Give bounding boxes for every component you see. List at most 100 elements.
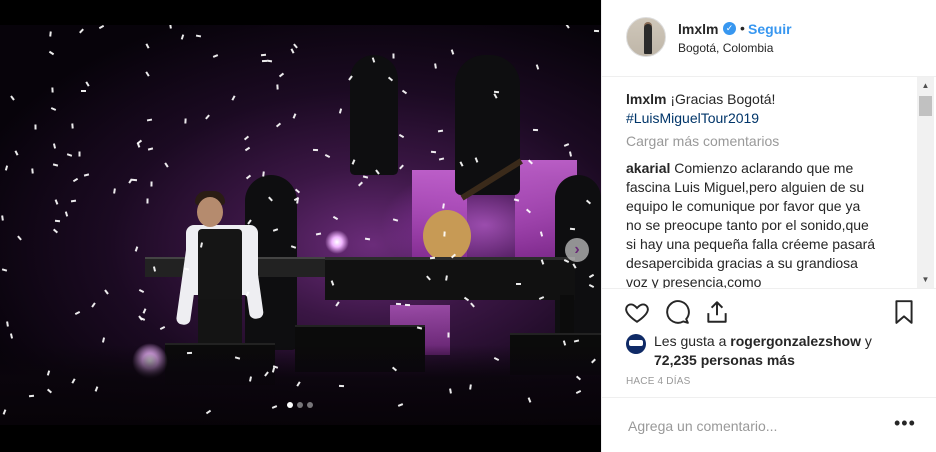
confetti-piece	[98, 25, 105, 30]
confetti-piece	[145, 43, 150, 49]
confetti-piece	[164, 162, 169, 168]
musician-silhouette	[350, 55, 398, 175]
liker-username[interactable]: rogergonzalezshow	[730, 333, 861, 349]
confetti-piece	[51, 87, 54, 93]
share-icon[interactable]	[704, 299, 730, 325]
liker-avatar-logo	[629, 340, 643, 346]
confetti-piece	[142, 308, 147, 314]
confetti-piece	[569, 227, 576, 231]
post-caption: lmxlm ¡Gracias Bogotá! #LuisMiguelTour20…	[626, 90, 916, 128]
confetti-piece	[4, 165, 9, 171]
confetti-piece	[292, 113, 297, 119]
confetti-piece	[145, 71, 150, 77]
confetti-piece	[146, 118, 153, 122]
confetti-piece	[450, 49, 455, 55]
confetti-piece	[338, 384, 345, 388]
crowd-silhouette	[0, 345, 601, 425]
confetti-piece	[358, 181, 363, 187]
confetti-piece	[72, 177, 79, 183]
confetti-piece	[324, 153, 331, 159]
confetti-piece	[180, 34, 185, 40]
confetti-piece	[91, 302, 96, 308]
hashtag-link[interactable]: #LuisMiguelTour2019	[626, 110, 759, 126]
bookmark-icon[interactable]	[891, 299, 917, 325]
comment-bubble-icon[interactable]	[664, 299, 690, 325]
confetti-piece	[10, 95, 15, 101]
post-header: lmxlm ✓ • Seguir Bogotá, Colombia	[602, 0, 936, 77]
confetti-piece	[1, 268, 8, 272]
confetti-piece	[515, 282, 522, 286]
carousel-dot	[287, 402, 293, 408]
confetti-piece	[535, 64, 540, 70]
confetti-piece	[184, 118, 187, 124]
confetti-piece	[438, 157, 445, 161]
confetti-piece	[17, 235, 22, 241]
confetti-piece	[131, 178, 138, 182]
comment-username[interactable]: akarial	[626, 160, 670, 176]
carousel-next-button[interactable]: ›	[565, 238, 589, 262]
confetti-piece	[398, 133, 405, 139]
scroll-up-arrow-icon[interactable]: ▲	[917, 77, 934, 94]
comments-scrollbar[interactable]: ▲ ▼	[917, 77, 934, 288]
confetti-piece	[70, 199, 77, 203]
confetti-piece	[404, 303, 411, 307]
confetti-piece	[563, 143, 570, 147]
confetti-piece	[49, 31, 52, 37]
post-actions-bar	[602, 288, 936, 336]
load-more-comments-button[interactable]: Cargar más comentarios	[626, 133, 779, 149]
comment-item: akarial Comienzo aclarando que me fascin…	[626, 159, 876, 288]
singer-vest	[198, 229, 242, 301]
confetti-piece	[296, 198, 299, 204]
caption-text: ¡Gracias Bogotá!	[670, 91, 776, 107]
verified-badge-icon: ✓	[723, 22, 736, 35]
carousel-dot	[307, 402, 313, 408]
heart-icon[interactable]	[624, 299, 650, 325]
confetti-piece	[335, 301, 340, 307]
confetti-piece	[276, 84, 279, 90]
carousel-indicator	[287, 402, 313, 408]
scroll-down-arrow-icon[interactable]: ▼	[917, 271, 934, 288]
likes-text: Les gusta a rogergonzalezshow y 72,235 p…	[654, 332, 914, 370]
confetti-piece	[231, 95, 236, 101]
confetti-piece	[362, 175, 369, 179]
caption-username[interactable]: lmxlm	[626, 91, 666, 107]
confetti-piece	[81, 90, 86, 92]
confetti-piece	[278, 72, 285, 78]
add-comment-bar: •••	[602, 397, 936, 452]
confetti-piece	[245, 174, 252, 180]
comment-text: Comienzo aclarando que me fascina Luis M…	[626, 160, 876, 288]
more-options-icon[interactable]: •••	[894, 413, 916, 434]
confetti-piece	[54, 199, 59, 205]
confetti-piece	[293, 43, 298, 49]
confetti-piece	[430, 150, 437, 154]
confetti-piece	[146, 198, 149, 204]
avatar-figure	[644, 24, 652, 54]
follow-button[interactable]: Seguir	[748, 21, 792, 37]
user-avatar[interactable]	[626, 17, 666, 57]
guitar-body	[423, 210, 471, 262]
likes-count-button[interactable]: 72,235 personas más	[654, 352, 795, 368]
confetti-piece	[66, 153, 73, 157]
confetti-piece	[186, 351, 193, 355]
confetti-piece	[64, 211, 69, 217]
confetti-piece	[401, 89, 408, 95]
confetti-piece	[315, 232, 322, 236]
confetti-piece	[565, 25, 570, 29]
confetti-piece	[470, 302, 475, 308]
scrollbar-thumb[interactable]	[919, 96, 932, 116]
confetti-piece	[392, 53, 395, 59]
add-comment-input[interactable]	[626, 415, 880, 437]
confetti-piece	[83, 173, 90, 177]
confetti-piece	[31, 168, 34, 174]
musician-silhouette	[455, 55, 520, 195]
confetti-piece	[437, 129, 444, 133]
username-link[interactable]: lmxlm	[678, 21, 718, 37]
liker-avatar[interactable]	[626, 334, 646, 354]
confetti-piece	[138, 315, 143, 321]
post-timestamp[interactable]: HACE 4 DÍAS	[626, 376, 690, 387]
confetti-piece	[443, 231, 446, 237]
location-link[interactable]: Bogotá, Colombia	[678, 41, 773, 55]
stage-spotlight	[325, 230, 349, 254]
confetti-piece	[332, 215, 339, 221]
confetti-piece	[50, 107, 57, 111]
